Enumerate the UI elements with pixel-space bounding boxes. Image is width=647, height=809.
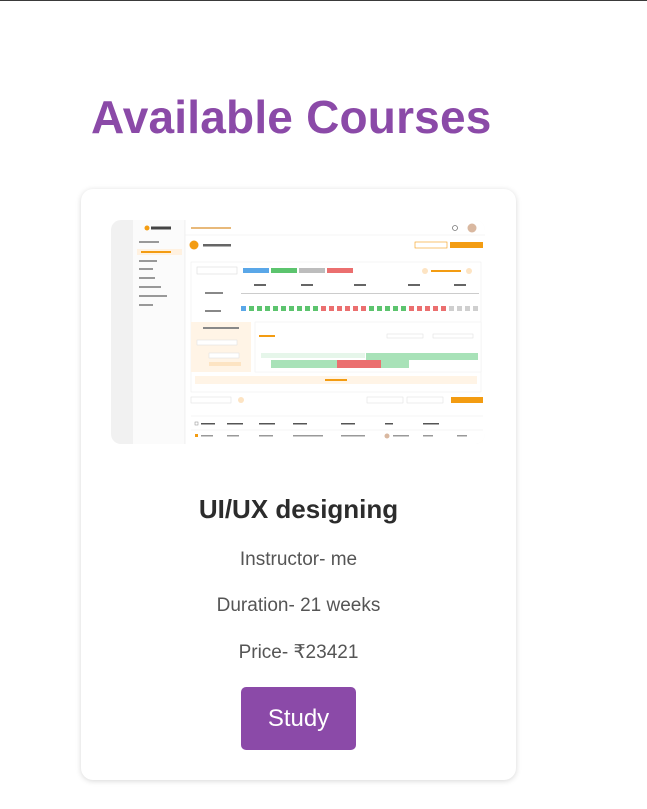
course-instructor: Instructor- me (239, 549, 358, 570)
course-duration: Duration- 21 weeks (216, 595, 381, 616)
top-border (0, 0, 647, 1)
app-screenshot-thumbnail-icon (133, 220, 485, 444)
course-title: UI/UX designing (198, 494, 399, 524)
course-price: Price- ₹23421 (238, 642, 359, 663)
study-button[interactable]: Study (241, 687, 356, 750)
course-card: UI/UX designing Instructor- me Duration-… (81, 189, 516, 780)
page-title: Available Courses (91, 91, 492, 143)
course-thumbnail (111, 220, 485, 444)
